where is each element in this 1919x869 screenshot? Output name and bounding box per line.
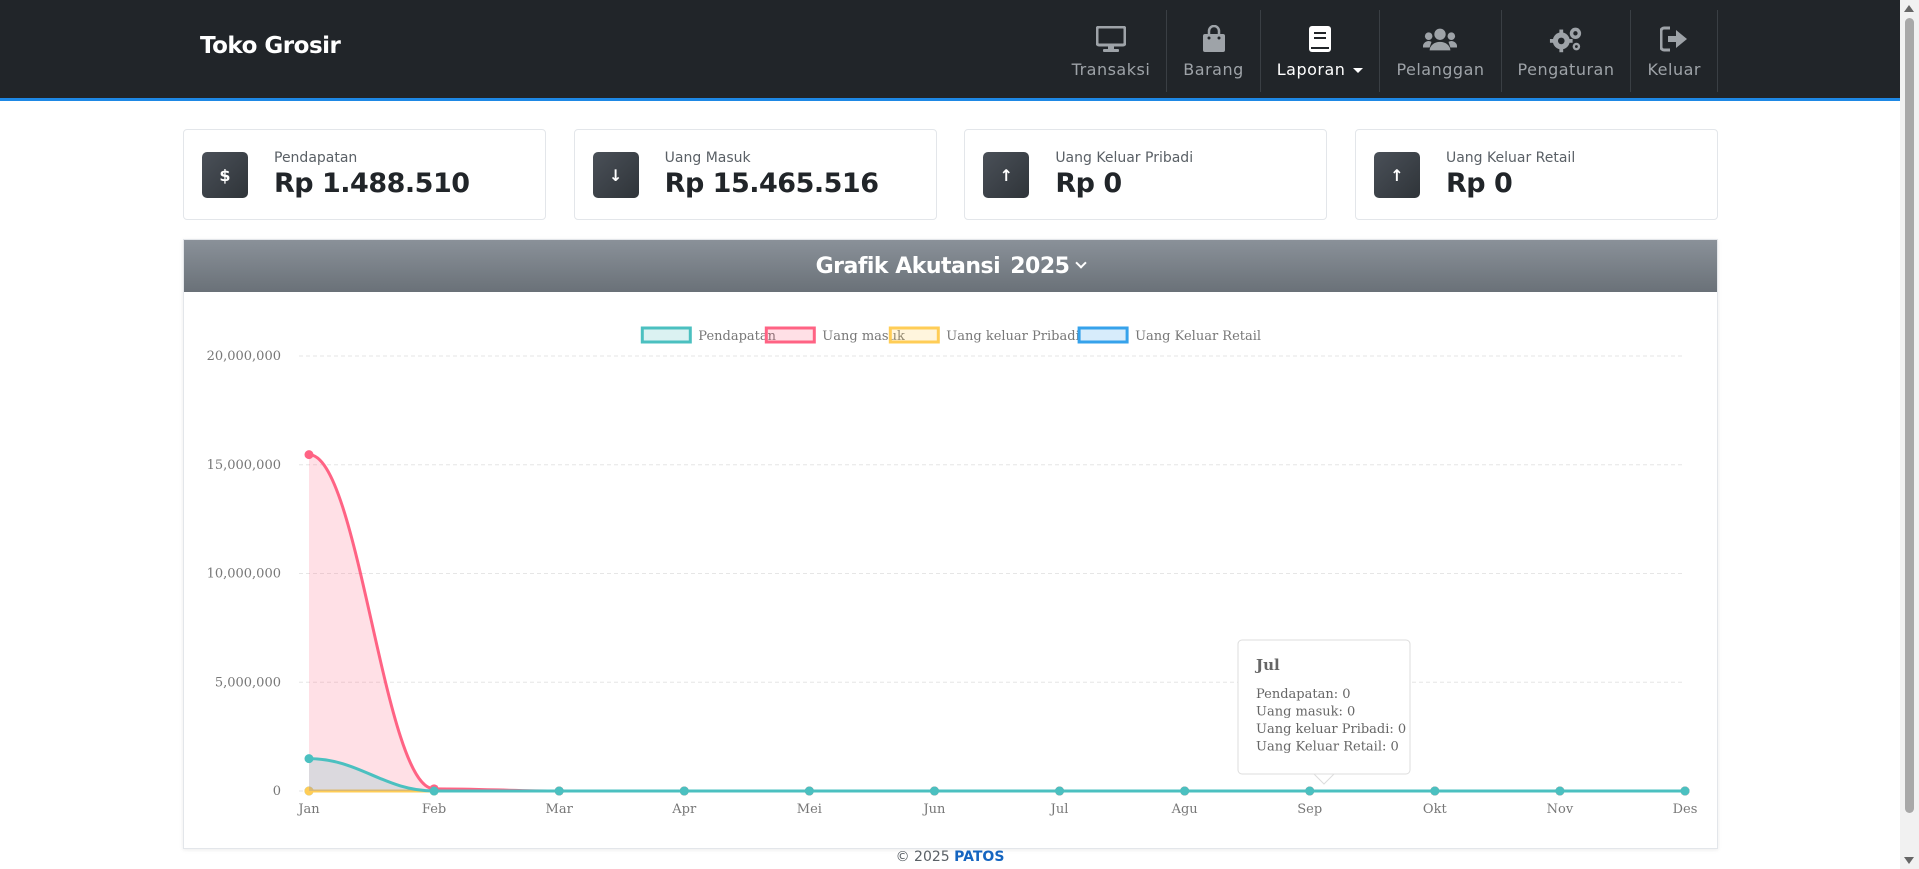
nav-label-keluar: Keluar (1647, 59, 1701, 79)
card-value: Rp 1.488.510 (274, 168, 470, 199)
arrow-up-icon: ↑ (983, 152, 1030, 198)
card-pendapatan: $ Pendapatan Rp 1.488.510 (183, 129, 546, 220)
x-tick-label: Nov (1547, 802, 1574, 817)
data-point (554, 786, 564, 796)
nav-label-barang: Barang (1183, 59, 1244, 79)
chart-panel: Grafik Akutansi 2025 0 5,000,000 10,000,00… (183, 239, 1718, 849)
series-area (309, 454, 1685, 791)
data-point (1305, 786, 1315, 796)
legend-label: Uang keluar Pribadi (946, 329, 1079, 344)
x-tick-label: Mei (797, 802, 822, 817)
tooltip-line: Pendapatan: 0 (1256, 687, 1351, 702)
nav-item-pengaturan[interactable]: Pengaturan (1502, 10, 1632, 92)
nav-item-laporan[interactable]: Laporan (1261, 10, 1381, 92)
vertical-scrollbar[interactable] (1900, 0, 1919, 869)
card-label: Uang Keluar Pribadi (1055, 150, 1194, 166)
data-point (1055, 786, 1065, 796)
legend-label: Uang Keluar Retail (1135, 329, 1261, 344)
arrow-up-icon: ↑ (1373, 152, 1420, 198)
arrow-down-icon: ↓ (592, 152, 639, 198)
data-point (429, 786, 439, 796)
tooltip-line: Uang masuk: 0 (1256, 705, 1355, 720)
y-tick-label: 15,000,000 (207, 458, 281, 473)
card-value: Rp 0 (1055, 168, 1122, 199)
y-tick-label: 20,000,000 (207, 349, 281, 364)
gears-icon (1549, 24, 1583, 54)
card-value: Rp 0 (1445, 168, 1513, 199)
legend-swatch (888, 326, 940, 344)
footer-link[interactable]: PATOS (954, 849, 1004, 865)
scroll-down-arrow-icon[interactable] (1904, 857, 1914, 864)
data-point (1180, 786, 1190, 796)
nav-label-pelanggan: Pelanggan (1396, 59, 1485, 79)
tooltip-pointer (1312, 773, 1336, 785)
card-value: Rp 15.465.516 (664, 168, 879, 199)
caret-down-icon (1353, 67, 1364, 73)
legend-swatch (1077, 326, 1129, 344)
top-navbar: Toko Grosir Transaksi Barang Laporan Pel… (0, 0, 1900, 101)
series-line (308, 453, 1685, 793)
x-tick-label: Jul (1049, 802, 1069, 817)
y-tick-label: 5,000,000 (215, 675, 281, 690)
data-point (1555, 786, 1565, 796)
accounting-chart: 0 5,000,000 10,000,000 15,000,000 20,000,000… (207, 326, 1698, 817)
sign-out-icon (1657, 24, 1691, 54)
data-point (804, 786, 814, 796)
x-tick-label: Feb (422, 802, 446, 817)
users-icon (1423, 24, 1458, 54)
nav-item-keluar[interactable]: Keluar (1631, 10, 1718, 92)
scroll-up-arrow-icon[interactable] (1904, 5, 1914, 12)
nav-item-pelanggan[interactable]: Pelanggan (1380, 10, 1502, 92)
nav-label-laporan: Laporan (1277, 60, 1364, 79)
x-tick-label: Sep (1297, 802, 1322, 817)
card-label: Uang Masuk (664, 150, 751, 166)
card-uang-keluar-retail: ↑ Uang Keluar Retail Rp 0 (1354, 129, 1718, 220)
card-label: Pendapatan (274, 150, 358, 166)
x-tick-label: Jun (921, 802, 946, 817)
x-tick-label: Mar (546, 802, 574, 817)
data-point (679, 786, 689, 796)
nav-menu: Transaksi Barang Laporan Pelanggan Penga… (1056, 10, 1718, 92)
data-point (304, 754, 314, 764)
series-line (308, 757, 1685, 793)
x-tick-label: Des (1673, 802, 1698, 817)
x-tick-label: Agu (1171, 802, 1198, 817)
nav-item-transaksi[interactable]: Transaksi (1056, 10, 1168, 92)
card-uang-keluar-pribadi: ↑ Uang Keluar Pribadi Rp 0 (964, 129, 1328, 220)
nav-label-transaksi: Transaksi (1071, 59, 1151, 79)
book-icon (1303, 24, 1337, 54)
page-footer: © 2025 PATOS (0, 849, 1900, 869)
legend-swatch (764, 326, 816, 344)
card-label: Uang Keluar Retail (1445, 150, 1576, 166)
dollar-icon: $ (202, 152, 248, 198)
y-tick-label: 10,000,000 (207, 567, 281, 582)
tooltip-line: Uang Keluar Retail: 0 (1256, 740, 1399, 755)
series-area (309, 758, 1685, 791)
nav-item-barang[interactable]: Barang (1167, 10, 1261, 92)
scroll-thumb[interactable] (1905, 18, 1914, 813)
nav-label-pengaturan: Pengaturan (1517, 59, 1615, 79)
summary-cards: $ Pendapatan Rp 1.488.510 ↓ Uang Masuk R… (183, 129, 1718, 220)
desktop-icon (1094, 24, 1128, 54)
x-tick-label: Apr (671, 802, 697, 817)
y-tick-label: 0 (273, 784, 281, 799)
data-point (929, 786, 939, 796)
tooltip-title: Jul (1254, 656, 1280, 674)
tooltip-line: Uang keluar Pribadi: 0 (1256, 722, 1406, 737)
brand-title[interactable]: Toko Grosir (200, 33, 341, 59)
data-point (1430, 786, 1440, 796)
shopping-bag-icon (1197, 24, 1231, 54)
legend-swatch (640, 326, 692, 344)
x-tick-label: Okt (1423, 802, 1448, 817)
card-uang-masuk: ↓ Uang Masuk Rp 15.465.516 (573, 129, 937, 220)
footer-copyright: © 2025 (895, 849, 950, 865)
x-tick-label: Jan (296, 802, 320, 817)
data-point (1680, 786, 1690, 796)
data-point (304, 450, 314, 460)
